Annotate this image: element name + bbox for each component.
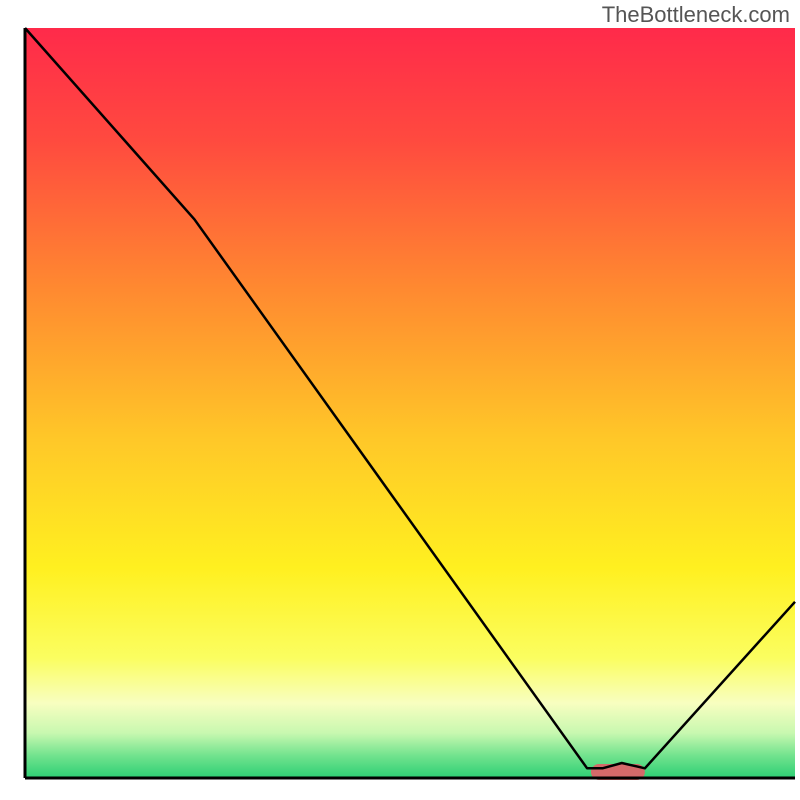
watermark-text: TheBottleneck.com: [602, 2, 790, 28]
chart-container: TheBottleneck.com: [0, 0, 800, 800]
bottleneck-chart: [0, 0, 800, 800]
plot-background: [25, 28, 795, 778]
